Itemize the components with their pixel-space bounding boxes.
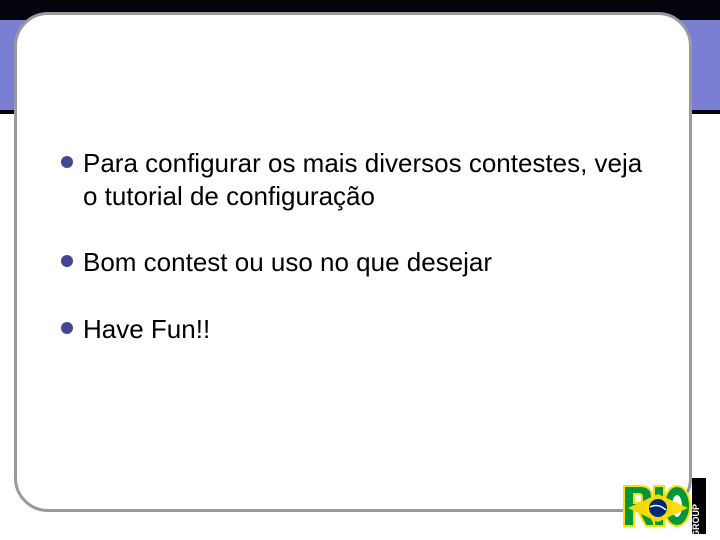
bullet-text: Bom contest ou uso no que desejar <box>83 247 492 277</box>
logo-side-text: DX GROUP <box>691 504 701 534</box>
bullet-text: Have Fun!! <box>83 314 210 344</box>
bullet-list: Para configurar os mais diversos contest… <box>61 147 657 345</box>
list-item: Para configurar os mais diversos contest… <box>61 147 657 212</box>
list-item: Bom contest ou uso no que desejar <box>61 246 657 279</box>
bullet-text: Para configurar os mais diversos contest… <box>83 148 642 211</box>
list-item: Have Fun!! <box>61 313 657 346</box>
content-card: Para configurar os mais diversos contest… <box>14 12 692 512</box>
logo-rio-dx-group: DX GROUP <box>622 478 706 534</box>
